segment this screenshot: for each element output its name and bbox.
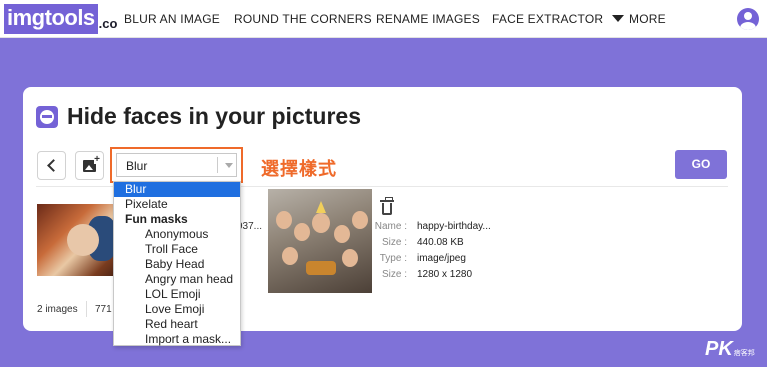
image-2-size: 440.08 KB: [417, 237, 464, 248]
option-pixelate[interactable]: Pixelate: [114, 197, 240, 212]
option-troll-face[interactable]: Troll Face: [114, 242, 240, 257]
image-2-dimensions: 1280 x 1280: [417, 269, 473, 280]
nav-face-extractor[interactable]: FACE EXTRACTOR: [492, 12, 603, 26]
image-2-name: happy-birthday...: [417, 221, 491, 232]
add-image-icon: +: [83, 155, 100, 172]
go-button[interactable]: GO: [675, 150, 727, 179]
add-image-button[interactable]: +: [75, 151, 104, 180]
style-dropdown-list: Blur Pixelate Fun masks Anonymous Troll …: [113, 181, 241, 346]
option-lol-emoji[interactable]: LOL Emoji: [114, 287, 240, 302]
imgtools-logo[interactable]: imgtools .co: [4, 2, 117, 36]
option-group-fun-masks: Fun masks: [125, 212, 188, 226]
masked-face-icon: [36, 106, 58, 128]
style-select[interactable]: Blur: [116, 153, 237, 177]
select-arrow-icon: [225, 163, 233, 168]
option-love-emoji[interactable]: Love Emoji: [114, 302, 240, 317]
logo-text: imgtools: [4, 4, 98, 34]
nav-more[interactable]: MORE: [629, 12, 666, 26]
image-thumbnail-2[interactable]: [268, 189, 372, 293]
image-thumbnail-1[interactable]: [37, 204, 125, 276]
top-navbar: imgtools .co BLUR AN IMAGE ROUND THE COR…: [0, 0, 767, 38]
caret-down-icon: [612, 15, 624, 22]
watermark: PK痞客邦: [705, 338, 755, 361]
style-select-highlight: Blur: [110, 147, 243, 183]
chevron-left-icon: [47, 159, 60, 172]
trash-icon[interactable]: [380, 197, 394, 215]
option-anonymous[interactable]: Anonymous: [114, 227, 240, 242]
option-baby-head[interactable]: Baby Head: [114, 257, 240, 272]
logo-suffix: .co: [98, 15, 118, 31]
watermark-text: 痞客邦: [733, 350, 755, 357]
page-title: Hide faces in your pictures: [67, 103, 361, 129]
image-2-metadata: Name : happy-birthday... Size : 440.08 K…: [374, 221, 491, 280]
option-angry-man-head[interactable]: Angry man head: [114, 272, 240, 287]
style-select-value: Blur: [126, 159, 148, 173]
nav-round-the-corners[interactable]: ROUND THE CORNERS: [234, 12, 372, 26]
nav-rename-images[interactable]: RENAME IMAGES: [376, 12, 480, 26]
user-avatar-icon[interactable]: [737, 8, 759, 30]
back-button[interactable]: [37, 151, 66, 180]
image-2-type: image/jpeg: [417, 253, 466, 264]
annotation-label: 選擇樣式: [261, 159, 337, 179]
option-blur[interactable]: Blur: [114, 182, 240, 197]
image-count: 2 images: [37, 304, 78, 315]
option-import-mask[interactable]: Import a mask...: [114, 332, 240, 347]
total-size: 771: [95, 304, 112, 315]
option-red-heart[interactable]: Red heart: [114, 317, 240, 332]
watermark-logo: PK: [705, 338, 733, 360]
nav-blur-an-image[interactable]: BLUR AN IMAGE: [124, 12, 220, 26]
